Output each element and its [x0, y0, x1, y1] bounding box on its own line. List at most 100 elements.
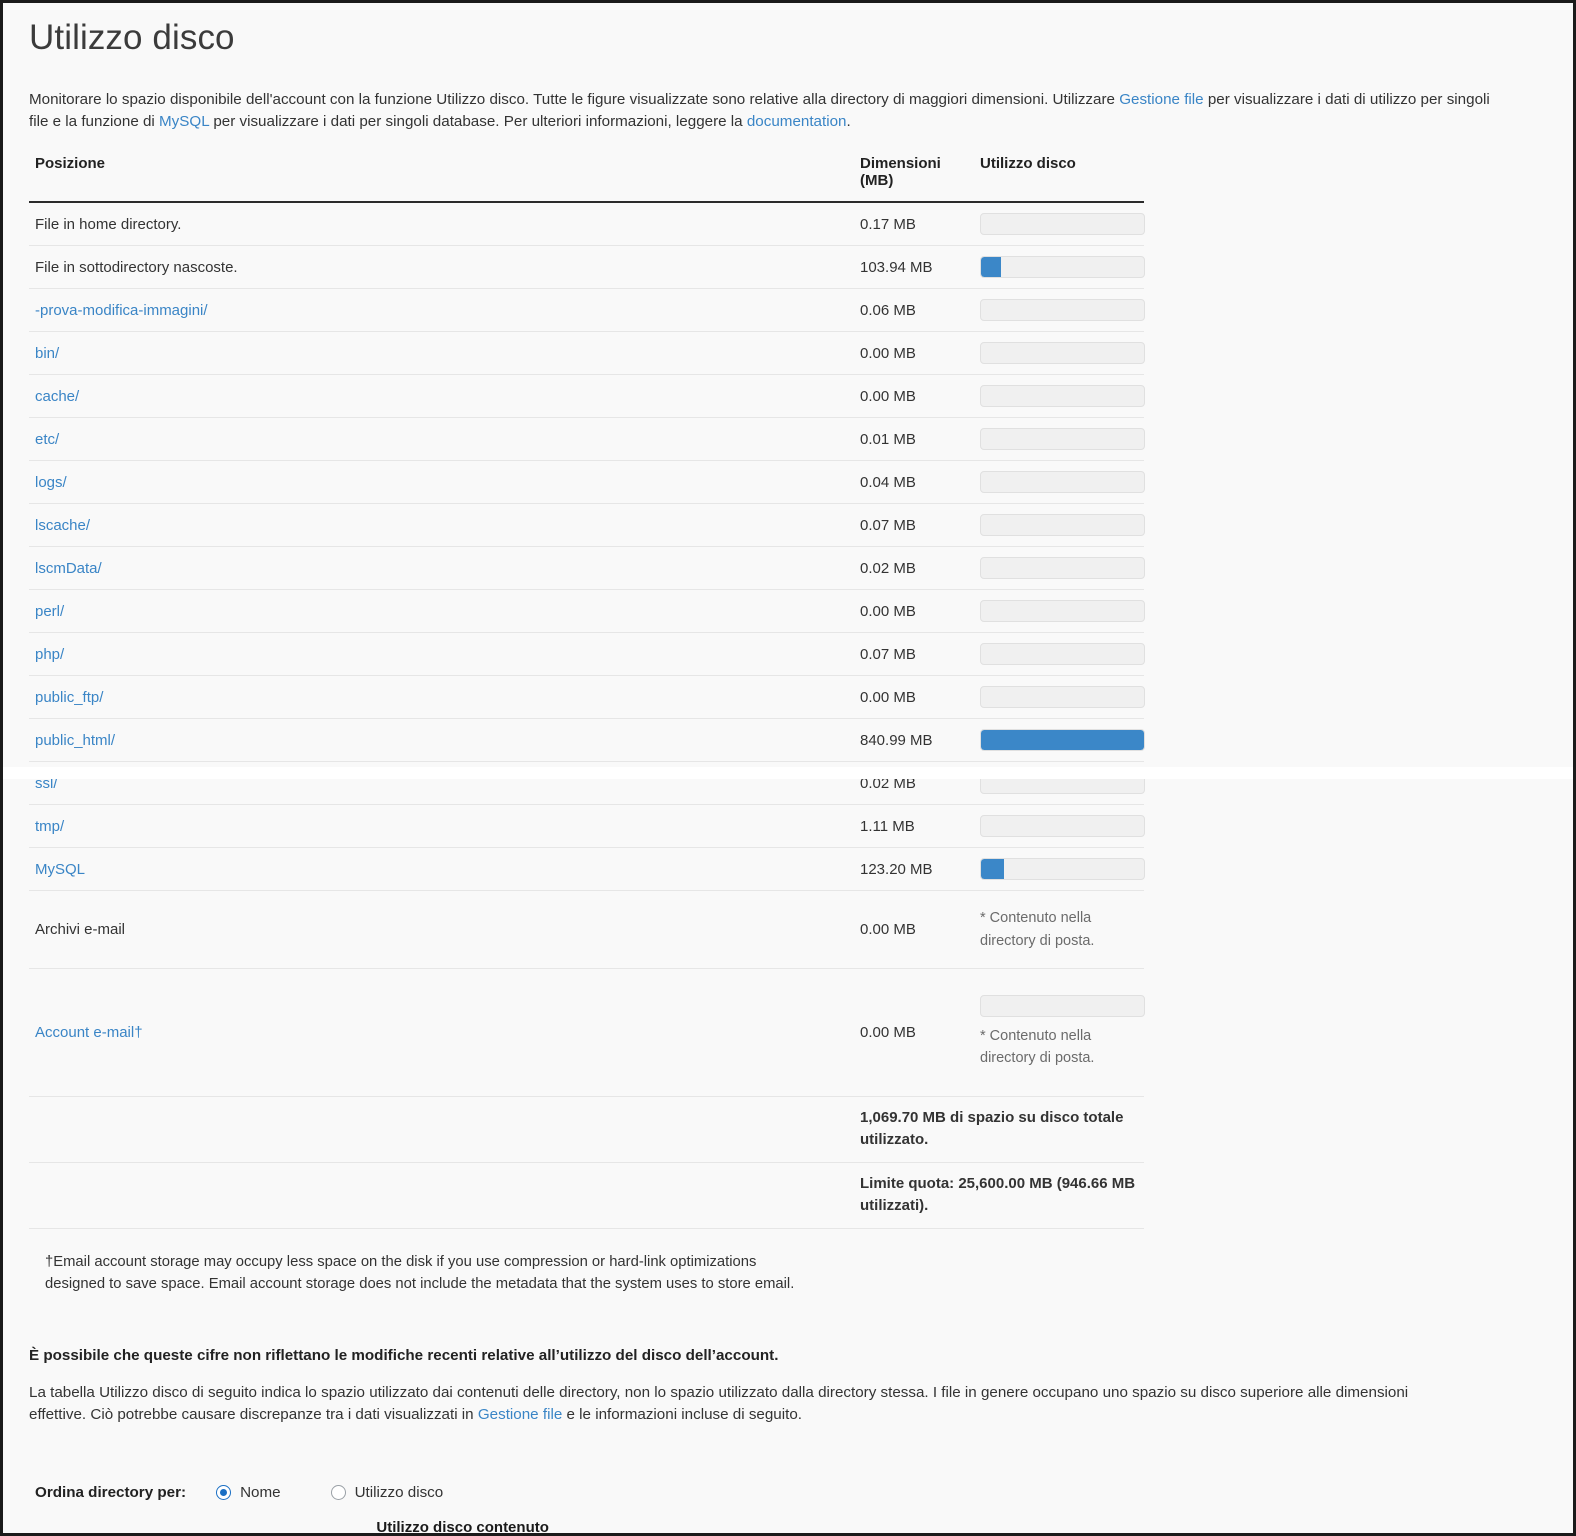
location-link[interactable]: etc/	[35, 431, 59, 448]
location-link[interactable]: cache/	[35, 388, 79, 405]
mail-directory-note: * Contenuto nella directory di posta.	[980, 910, 1095, 949]
disk-usage-table: Posizione Dimensioni (MB) Utilizzo disco …	[29, 149, 1145, 1229]
cell-size: 0.00 MB	[854, 675, 974, 720]
usage-bar-fill	[981, 257, 1001, 278]
file-manager-link-2[interactable]: Gestione file	[478, 1406, 562, 1423]
table-row: bin/0.00 MB	[29, 331, 1145, 376]
usage-bar-track	[980, 471, 1145, 494]
sort-label: Ordina directory per:	[35, 1484, 187, 1502]
cell-location: tmp/	[29, 804, 854, 849]
table-row: File in sottodirectory nascoste. 103.94 M…	[29, 245, 1145, 290]
cell-location: File in sottodirectory nascoste.	[29, 245, 854, 290]
location-link[interactable]: php/	[35, 646, 64, 663]
cell-size: 0.06 MB	[854, 288, 974, 333]
location-link[interactable]: logs/	[35, 474, 67, 491]
tree-header-group: Utilizzo disco contenuto	[376, 1519, 549, 1533]
location-link[interactable]: public_html/	[35, 732, 115, 749]
page-title: Utilizzo disco	[29, 18, 235, 57]
location-link[interactable]: -prova-modifica-immagini/	[35, 302, 208, 319]
cell-size: 0.07 MB	[854, 503, 974, 548]
cell-usage-bar	[974, 460, 1145, 505]
sort-option-disk-usage[interactable]: Utilizzo disco	[330, 1484, 444, 1502]
cell-location: File in home directory.	[29, 202, 854, 247]
radio-disk-usage[interactable]	[330, 1485, 346, 1501]
cell-size: 840.99 MB	[854, 718, 974, 763]
cell-location: etc/	[29, 417, 854, 462]
location-link[interactable]: perl/	[35, 603, 64, 620]
usage-bar-track	[980, 299, 1145, 322]
table-row: File in home directory. 0.17 MB	[29, 202, 1145, 247]
table-row: php/0.07 MB	[29, 632, 1145, 677]
mysql-link[interactable]: MySQL	[159, 113, 209, 130]
table-row: etc/0.01 MB	[29, 417, 1145, 462]
table-row: public_ftp/0.00 MB	[29, 675, 1145, 720]
radio-name[interactable]	[216, 1485, 232, 1501]
explanation-paragraph: La tabella Utilizzo disco di seguito ind…	[29, 1382, 1454, 1426]
mail-directory-note: * Contenuto nella directory di posta.	[980, 1028, 1095, 1067]
cell-location: lscmData/	[29, 546, 854, 591]
intro-text-1: Monitorare lo spazio disponibile dell'ac…	[29, 91, 1120, 108]
usage-bar-track	[980, 643, 1145, 666]
cell-usage-note: * Contenuto nella directory di posta.	[974, 968, 1145, 1097]
table-row: lscache/0.07 MB	[29, 503, 1145, 548]
explain-text-2: e le informazioni incluse di seguito.	[562, 1406, 803, 1424]
file-manager-link[interactable]: Gestione file	[1119, 91, 1203, 108]
usage-bar-track	[980, 858, 1145, 881]
sort-option-name[interactable]: Nome	[216, 1484, 281, 1501]
cell-size: 0.02 MB	[854, 546, 974, 591]
header-location: Posizione	[29, 149, 854, 204]
header-size: Dimensioni (MB)	[854, 149, 974, 204]
email-table-row: Account e-mail† 0.00 MB * Contenuto nella …	[29, 968, 1145, 1097]
table-row: cache/0.00 MB	[29, 374, 1145, 419]
cell-size: 0.04 MB	[854, 460, 974, 505]
usage-bar-track	[980, 600, 1145, 623]
cell-location: lscache/	[29, 503, 854, 548]
header-usage: Utilizzo disco	[974, 149, 1144, 204]
stale-figures-warning: È possibile che queste cifre non riflett…	[29, 1347, 779, 1365]
location-link[interactable]: lscmData/	[35, 560, 102, 577]
cell-usage-bar	[974, 374, 1145, 419]
cell-usage-bar	[974, 847, 1145, 892]
usage-bar-track	[980, 729, 1145, 752]
usage-bar-track	[980, 686, 1145, 709]
cell-location: cache/	[29, 374, 854, 419]
table-row: perl/0.00 MB	[29, 589, 1145, 634]
cell-usage-bar	[974, 288, 1145, 333]
intro-paragraph: Monitorare lo spazio disponibile dell'ac…	[29, 89, 1492, 133]
location-link[interactable]: tmp/	[35, 818, 64, 835]
cell-usage-bar	[974, 546, 1145, 591]
quota-limit-text: Limite quota: 25,600.00 MB (946.66 MB ut…	[854, 1162, 1144, 1229]
location-link[interactable]: MySQL	[35, 861, 85, 878]
location-link[interactable]: bin/	[35, 345, 59, 362]
cell-location: bin/	[29, 331, 854, 376]
table-row: public_html/840.99 MB	[29, 718, 1145, 763]
total-disk-space-text: 1,069.70 MB di spazio su disco totale ut…	[854, 1096, 1144, 1163]
table-row: logs/0.04 MB	[29, 460, 1145, 505]
cell-size: 0.00 MB	[854, 890, 974, 969]
cell-size: 0.17 MB	[854, 202, 974, 247]
cell-location: perl/	[29, 589, 854, 634]
email-footnote: †Email account storage may occupy less s…	[45, 1253, 795, 1293]
cell-location: logs/	[29, 460, 854, 505]
usage-bar-track	[980, 213, 1145, 236]
cell-usage-bar	[974, 718, 1145, 763]
table-row: -prova-modifica-immagini/0.06 MB	[29, 288, 1145, 333]
cell-usage-bar	[974, 202, 1145, 247]
cell-size: 0.00 MB	[854, 968, 974, 1097]
location-link[interactable]: lscache/	[35, 517, 90, 534]
tree-header-directory: Directory	[189, 1519, 376, 1533]
tree-group-header-row: Directory Utilizzo disco contenuto	[189, 1519, 549, 1533]
radio-disk-usage-label: Utilizzo disco	[354, 1484, 444, 1502]
cell-location: -prova-modifica-immagini/	[29, 288, 854, 333]
cell-size: 0.00 MB	[854, 331, 974, 376]
cell-usage-bar	[974, 804, 1145, 849]
email-accounts-link[interactable]: Account e-mail†	[35, 1024, 143, 1041]
usage-bar-track	[980, 342, 1145, 365]
location-link[interactable]: public_ftp/	[35, 689, 103, 706]
cell-location: Account e-mail†	[29, 968, 854, 1097]
table-body: File in home directory. 0.17 MB File in so…	[29, 202, 1145, 1229]
documentation-link[interactable]: documentation	[747, 113, 847, 130]
cell-size: 0.00 MB	[854, 374, 974, 419]
quota-limit-row: Limite quota: 25,600.00 MB (946.66 MB ut…	[29, 1162, 1144, 1229]
intro-text-4: .	[846, 113, 851, 131]
